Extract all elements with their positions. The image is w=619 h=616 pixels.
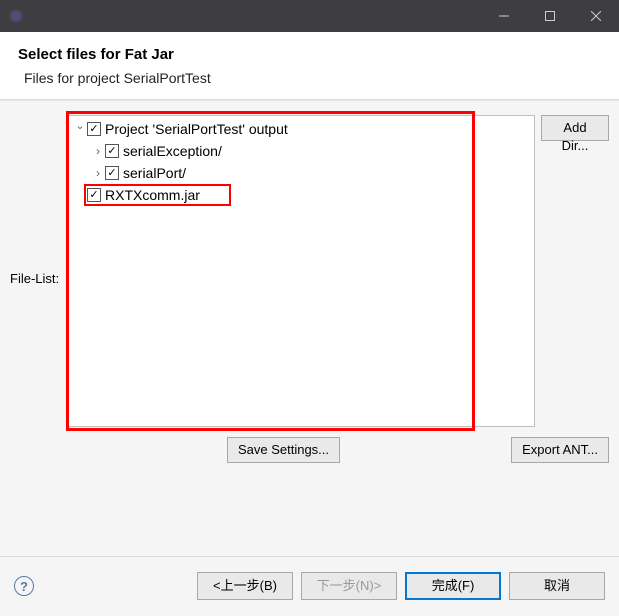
tree-item-label: Project 'SerialPortTest' output	[105, 118, 288, 140]
chevron-right-icon[interactable]	[91, 140, 105, 162]
export-ant-button[interactable]: Export ANT...	[511, 437, 609, 463]
add-dir-button[interactable]: Add Dir...	[541, 115, 609, 141]
tree-row[interactable]: Project 'SerialPortTest' output	[73, 118, 534, 140]
checkbox[interactable]	[87, 188, 101, 202]
help-button[interactable]: ?	[14, 576, 34, 596]
page-title: Select files for Fat Jar	[18, 44, 601, 65]
wizard-footer: ? <上一步(B) 下一步(N)> 完成(F) 取消	[0, 556, 619, 616]
tree-item-label: serialException/	[123, 140, 222, 162]
title-bar	[0, 0, 619, 32]
close-button[interactable]	[573, 0, 619, 32]
maximize-icon	[545, 11, 555, 21]
tree-item-label: serialPort/	[123, 162, 186, 184]
close-icon	[591, 11, 601, 21]
chevron-down-icon[interactable]	[73, 117, 87, 140]
tree-row[interactable]: serialPort/	[73, 162, 534, 184]
cancel-button[interactable]: 取消	[509, 572, 605, 600]
save-settings-button[interactable]: Save Settings...	[227, 437, 340, 463]
checkbox[interactable]	[105, 144, 119, 158]
tree-item-label: RXTXcomm.jar	[105, 184, 200, 206]
app-icon	[8, 8, 24, 24]
page-subtitle: Files for project SerialPortTest	[24, 69, 601, 89]
tree-row[interactable]: serialException/	[73, 140, 534, 162]
checkbox[interactable]	[87, 122, 101, 136]
minimize-button[interactable]	[481, 0, 527, 32]
file-tree[interactable]: Project 'SerialPortTest' outputserialExc…	[68, 115, 535, 427]
minimize-icon	[499, 11, 509, 21]
help-icon: ?	[20, 579, 28, 594]
checkbox[interactable]	[105, 166, 119, 180]
wizard-content: File-List: Project 'SerialPortTest' outp…	[0, 100, 619, 556]
next-button: 下一步(N)>	[301, 572, 397, 600]
tree-row[interactable]: RXTXcomm.jar	[73, 184, 534, 206]
maximize-button[interactable]	[527, 0, 573, 32]
finish-button[interactable]: 完成(F)	[405, 572, 501, 600]
file-list-label: File-List:	[10, 115, 68, 286]
back-button[interactable]: <上一步(B)	[197, 572, 293, 600]
wizard-header: Select files for Fat Jar Files for proje…	[0, 32, 619, 100]
chevron-right-icon[interactable]	[91, 162, 105, 184]
